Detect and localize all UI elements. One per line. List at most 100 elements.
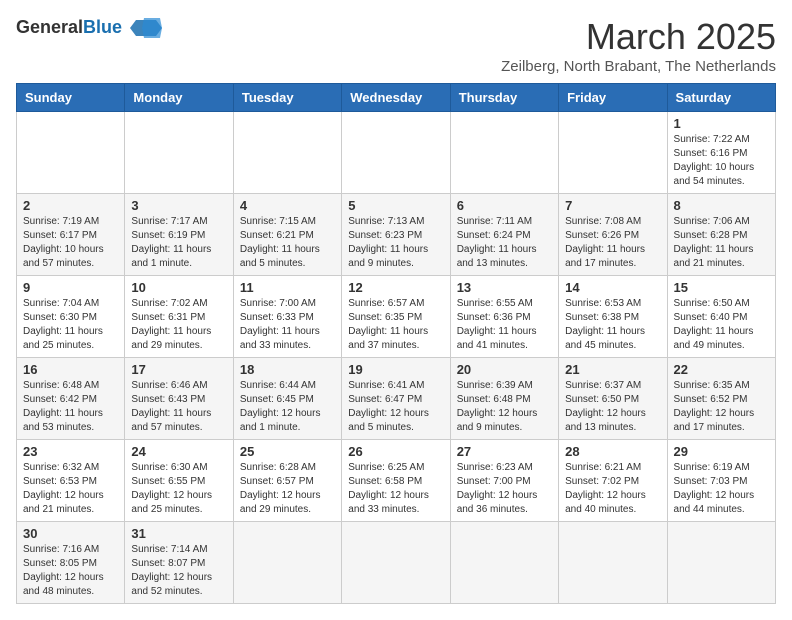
day-info: Sunrise: 7:11 AM Sunset: 6:24 PM Dayligh… <box>457 215 552 271</box>
day-number: 22 <box>674 362 769 377</box>
subtitle: Zeilberg, North Brabant, The Netherlands <box>501 58 776 75</box>
calendar-cell: 13 Sunrise: 6:55 AM Sunset: 6:36 PM Dayli… <box>450 276 558 358</box>
day-number: 31 <box>131 526 226 541</box>
calendar-cell: 23Sunrise: 6:32 AM Sunset: 6:53 PM Dayli… <box>17 440 125 522</box>
day-info: Sunrise: 6:50 AM Sunset: 6:40 PM Dayligh… <box>674 297 769 353</box>
calendar-cell: 18 Sunrise: 6:44 AM Sunset: 6:45 PM Dayli… <box>233 358 341 440</box>
day-info: Sunrise: 6:53 AM Sunset: 6:38 PM Dayligh… <box>565 297 660 353</box>
day-number: 21 <box>565 362 660 377</box>
day-number: 18 <box>240 362 335 377</box>
day-info: Sunrise: 7:08 AM Sunset: 6:26 PM Dayligh… <box>565 215 660 271</box>
calendar-cell <box>233 112 341 194</box>
calendar-cell: 1Sunrise: 7:22 AM Sunset: 6:16 PM Daylig… <box>667 112 775 194</box>
weekday-header-sunday: Sunday <box>17 84 125 112</box>
calendar-cell <box>450 112 558 194</box>
header: GeneralBlue March 2025 Zeilberg, North B… <box>16 16 776 75</box>
calendar-cell: 10Sunrise: 7:02 AM Sunset: 6:31 PM Dayli… <box>125 276 233 358</box>
day-number: 2 <box>23 198 118 213</box>
day-number: 19 <box>348 362 443 377</box>
day-info: Sunrise: 7:02 AM Sunset: 6:31 PM Dayligh… <box>131 297 226 353</box>
day-number: 24 <box>131 444 226 459</box>
calendar-cell: 25Sunrise: 6:28 AM Sunset: 6:57 PM Dayli… <box>233 440 341 522</box>
logo-text: GeneralBlue <box>16 18 122 38</box>
calendar-cell: 31 Sunrise: 7:14 AM Sunset: 8:07 PM Dayli… <box>125 522 233 604</box>
calendar-cell: 21 Sunrise: 6:37 AM Sunset: 6:50 PM Dayli… <box>559 358 667 440</box>
calendar-week-4: 23Sunrise: 6:32 AM Sunset: 6:53 PM Dayli… <box>17 440 776 522</box>
calendar-cell <box>125 112 233 194</box>
day-info: Sunrise: 6:41 AM Sunset: 6:47 PM Dayligh… <box>348 379 443 435</box>
day-number: 23 <box>23 444 118 459</box>
calendar-cell <box>559 522 667 604</box>
calendar-cell: 22 Sunrise: 6:35 AM Sunset: 6:52 PM Dayli… <box>667 358 775 440</box>
calendar-cell: 29 Sunrise: 6:19 AM Sunset: 7:03 PM Dayli… <box>667 440 775 522</box>
calendar-cell: 28Sunrise: 6:21 AM Sunset: 7:02 PM Dayli… <box>559 440 667 522</box>
day-number: 4 <box>240 198 335 213</box>
calendar-cell: 7 Sunrise: 7:08 AM Sunset: 6:26 PM Daylig… <box>559 194 667 276</box>
day-info: Sunrise: 7:19 AM Sunset: 6:17 PM Dayligh… <box>23 215 118 271</box>
weekday-header-friday: Friday <box>559 84 667 112</box>
calendar-cell: 20 Sunrise: 6:39 AM Sunset: 6:48 PM Dayli… <box>450 358 558 440</box>
day-number: 5 <box>348 198 443 213</box>
day-number: 15 <box>674 280 769 295</box>
calendar-cell <box>17 112 125 194</box>
day-number: 14 <box>565 280 660 295</box>
day-info: Sunrise: 7:16 AM Sunset: 8:05 PM Dayligh… <box>23 543 118 599</box>
calendar-cell: 5 Sunrise: 7:13 AM Sunset: 6:23 PM Daylig… <box>342 194 450 276</box>
calendar-cell <box>233 522 341 604</box>
logo-icon <box>126 16 162 40</box>
day-info: Sunrise: 6:57 AM Sunset: 6:35 PM Dayligh… <box>348 297 443 353</box>
calendar-cell: 17Sunrise: 6:46 AM Sunset: 6:43 PM Dayli… <box>125 358 233 440</box>
calendar-cell <box>667 522 775 604</box>
day-number: 8 <box>674 198 769 213</box>
day-number: 16 <box>23 362 118 377</box>
day-number: 30 <box>23 526 118 541</box>
day-info: Sunrise: 6:48 AM Sunset: 6:42 PM Dayligh… <box>23 379 118 435</box>
weekday-header-row: SundayMondayTuesdayWednesdayThursdayFrid… <box>17 84 776 112</box>
calendar-cell <box>342 112 450 194</box>
day-info: Sunrise: 6:39 AM Sunset: 6:48 PM Dayligh… <box>457 379 552 435</box>
calendar-table: SundayMondayTuesdayWednesdayThursdayFrid… <box>16 83 776 604</box>
day-info: Sunrise: 6:44 AM Sunset: 6:45 PM Dayligh… <box>240 379 335 435</box>
calendar-cell: 26Sunrise: 6:25 AM Sunset: 6:58 PM Dayli… <box>342 440 450 522</box>
title-section: March 2025 Zeilberg, North Brabant, The … <box>501 16 776 75</box>
calendar-week-1: 2 Sunrise: 7:19 AM Sunset: 6:17 PM Daylig… <box>17 194 776 276</box>
day-number: 20 <box>457 362 552 377</box>
day-info: Sunrise: 7:14 AM Sunset: 8:07 PM Dayligh… <box>131 543 226 599</box>
day-info: Sunrise: 6:35 AM Sunset: 6:52 PM Dayligh… <box>674 379 769 435</box>
calendar-cell <box>342 522 450 604</box>
calendar-cell: 3 Sunrise: 7:17 AM Sunset: 6:19 PM Daylig… <box>125 194 233 276</box>
day-number: 7 <box>565 198 660 213</box>
weekday-header-thursday: Thursday <box>450 84 558 112</box>
day-number: 13 <box>457 280 552 295</box>
weekday-header-wednesday: Wednesday <box>342 84 450 112</box>
calendar-week-2: 9Sunrise: 7:04 AM Sunset: 6:30 PM Daylig… <box>17 276 776 358</box>
day-info: Sunrise: 7:22 AM Sunset: 6:16 PM Dayligh… <box>674 133 769 189</box>
calendar-week-0: 1Sunrise: 7:22 AM Sunset: 6:16 PM Daylig… <box>17 112 776 194</box>
day-number: 29 <box>674 444 769 459</box>
main-title: March 2025 <box>501 16 776 58</box>
day-number: 11 <box>240 280 335 295</box>
calendar-cell: 15 Sunrise: 6:50 AM Sunset: 6:40 PM Dayli… <box>667 276 775 358</box>
day-number: 28 <box>565 444 660 459</box>
calendar-cell: 27 Sunrise: 6:23 AM Sunset: 7:00 PM Dayli… <box>450 440 558 522</box>
day-number: 17 <box>131 362 226 377</box>
day-info: Sunrise: 7:04 AM Sunset: 6:30 PM Dayligh… <box>23 297 118 353</box>
calendar-cell: 6Sunrise: 7:11 AM Sunset: 6:24 PM Daylig… <box>450 194 558 276</box>
weekday-header-saturday: Saturday <box>667 84 775 112</box>
calendar-cell: 19 Sunrise: 6:41 AM Sunset: 6:47 PM Dayli… <box>342 358 450 440</box>
day-info: Sunrise: 7:00 AM Sunset: 6:33 PM Dayligh… <box>240 297 335 353</box>
calendar-cell: 30 Sunrise: 7:16 AM Sunset: 8:05 PM Dayli… <box>17 522 125 604</box>
day-info: Sunrise: 7:17 AM Sunset: 6:19 PM Dayligh… <box>131 215 226 271</box>
weekday-header-monday: Monday <box>125 84 233 112</box>
day-info: Sunrise: 6:55 AM Sunset: 6:36 PM Dayligh… <box>457 297 552 353</box>
day-number: 27 <box>457 444 552 459</box>
day-info: Sunrise: 6:19 AM Sunset: 7:03 PM Dayligh… <box>674 461 769 517</box>
calendar-cell: 8Sunrise: 7:06 AM Sunset: 6:28 PM Daylig… <box>667 194 775 276</box>
day-info: Sunrise: 6:23 AM Sunset: 7:00 PM Dayligh… <box>457 461 552 517</box>
day-info: Sunrise: 6:37 AM Sunset: 6:50 PM Dayligh… <box>565 379 660 435</box>
calendar-week-3: 16 Sunrise: 6:48 AM Sunset: 6:42 PM Dayli… <box>17 358 776 440</box>
day-info: Sunrise: 7:13 AM Sunset: 6:23 PM Dayligh… <box>348 215 443 271</box>
calendar-cell: 12Sunrise: 6:57 AM Sunset: 6:35 PM Dayli… <box>342 276 450 358</box>
calendar-week-5: 30 Sunrise: 7:16 AM Sunset: 8:05 PM Dayli… <box>17 522 776 604</box>
day-number: 3 <box>131 198 226 213</box>
